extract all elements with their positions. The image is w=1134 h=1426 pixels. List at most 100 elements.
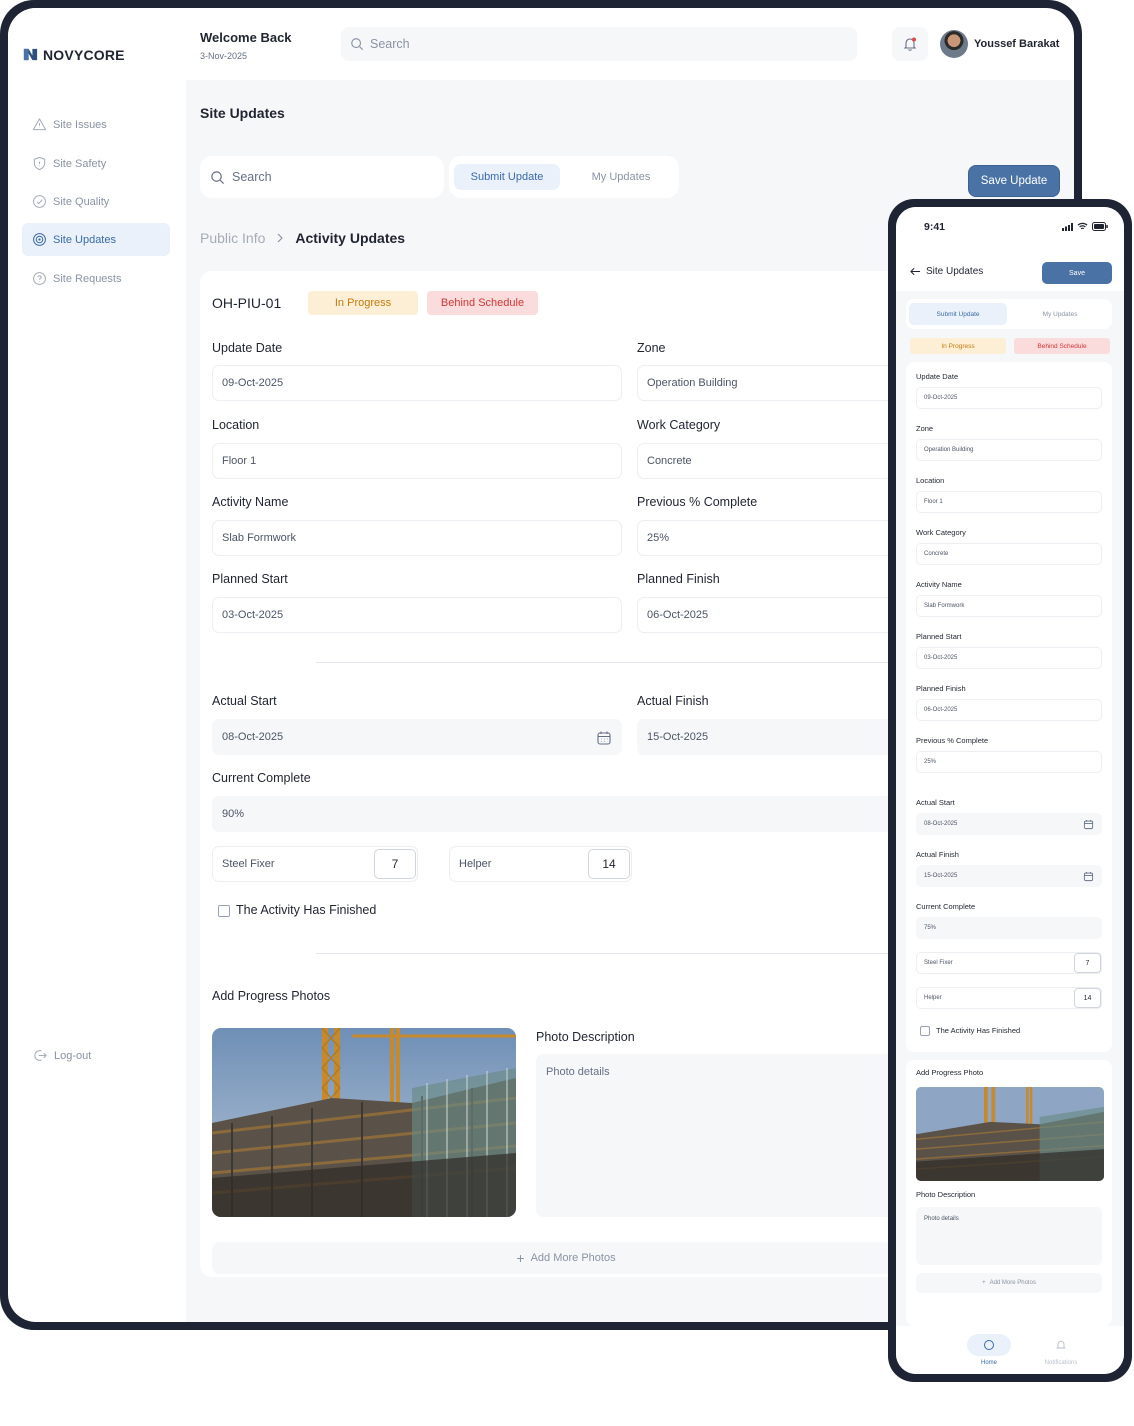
- tab-submit-update[interactable]: Submit Update: [454, 164, 560, 190]
- actual-start-value: 08-Oct-2025: [222, 731, 284, 743]
- construction-photo-image: [212, 1028, 516, 1217]
- calendar-icon[interactable]: [1083, 819, 1094, 830]
- mobile-current-complete-label: Current Complete: [916, 902, 976, 911]
- mobile-save-button[interactable]: Save: [1042, 262, 1112, 284]
- plus-icon: +: [982, 1280, 986, 1286]
- sidebar-item-site-requests[interactable]: Site Requests: [22, 262, 170, 295]
- search-icon: [211, 170, 225, 184]
- page-search-input[interactable]: Search: [200, 156, 444, 198]
- mockup-stage: NOVYCORE Site Issues Site Safety Site Qu…: [0, 0, 1134, 1426]
- photo-description-label: Photo Description: [536, 1030, 635, 1044]
- mobile-bottom-nav: Home Notifications: [896, 1326, 1124, 1374]
- global-search-input[interactable]: Search: [341, 27, 857, 61]
- mobile-nav-notifications[interactable]: Notifications: [1038, 1334, 1084, 1366]
- mobile-header: Site Updates Save: [896, 251, 1124, 291]
- mobile-nav-home[interactable]: Home: [966, 1334, 1012, 1366]
- mobile-photo-card: Add Progress Photo Photo Description Pho…: [906, 1060, 1112, 1326]
- global-search-placeholder: Search: [370, 37, 410, 51]
- mobile-status-badge-in-progress: In Progress: [910, 338, 1006, 354]
- mobile-photo-title: Add Progress Photo: [916, 1068, 984, 1077]
- mobile-update-date-field[interactable]: 09-Oct-2025: [916, 387, 1102, 409]
- mobile-photo-description-label: Photo Description: [916, 1190, 976, 1199]
- steel-fixer-count-input[interactable]: 7: [374, 849, 416, 879]
- breadcrumb: Public Info Activity Updates: [200, 230, 405, 246]
- previous-complete-field[interactable]: 25%: [637, 520, 920, 556]
- current-complete-field[interactable]: 90%: [212, 796, 920, 832]
- bell-icon-wrap: [1039, 1334, 1083, 1356]
- section-divider: [316, 953, 920, 954]
- photo-description-textarea[interactable]: Photo details: [536, 1054, 920, 1217]
- activity-finished-checkbox[interactable]: [218, 905, 230, 917]
- sidebar-item-label: Site Quality: [53, 195, 110, 208]
- calendar-icon[interactable]: [596, 730, 612, 746]
- planned-start-label: Planned Start: [212, 572, 288, 586]
- breadcrumb-public-info[interactable]: Public Info: [200, 230, 265, 246]
- logout-button[interactable]: Log-out: [33, 1048, 91, 1063]
- sidebar-item-site-safety[interactable]: Site Safety: [22, 147, 170, 180]
- logout-label: Log-out: [54, 1049, 92, 1062]
- activity-name-field[interactable]: Slab Formwork: [212, 520, 622, 556]
- mobile-activity-name-field[interactable]: Slab Formwork: [916, 595, 1102, 617]
- status-time: 9:41: [924, 221, 946, 233]
- mobile-field-label: Activity Name: [916, 580, 962, 589]
- check-circle-icon: [33, 195, 46, 208]
- mobile-field-label: Location: [916, 476, 945, 485]
- add-more-photos-button[interactable]: + Add More Photos: [212, 1242, 920, 1274]
- update-date-field[interactable]: 09-Oct-2025: [212, 365, 622, 401]
- mobile-progress-photo[interactable]: [916, 1087, 1104, 1181]
- progress-photo[interactable]: [212, 1028, 516, 1217]
- mobile-actual-start-field[interactable]: 08-Oct-2025: [916, 813, 1102, 835]
- mobile-tab-my-updates[interactable]: My Updates: [1011, 303, 1109, 325]
- location-label: Location: [212, 418, 260, 432]
- mobile-zone-field[interactable]: Operation Building: [916, 439, 1102, 461]
- avatar[interactable]: [940, 30, 968, 58]
- update-date-label: Update Date: [212, 341, 283, 355]
- mobile-steel-fixer-count[interactable]: 7: [1074, 953, 1101, 973]
- mobile-current-complete-field[interactable]: 75%: [916, 917, 1102, 939]
- mobile-photo-description-textarea[interactable]: Photo details: [916, 1207, 1102, 1265]
- mobile-planned-start-field[interactable]: 03-Oct-2025: [916, 647, 1102, 669]
- mobile-previous-complete-field[interactable]: 25%: [916, 751, 1102, 773]
- actual-finish-field[interactable]: 15-Oct-2025: [637, 719, 920, 755]
- brand-logo[interactable]: NOVYCORE: [22, 46, 125, 63]
- sidebar-item-label: Site Safety: [53, 157, 107, 170]
- current-complete-label: Current Complete: [212, 771, 311, 785]
- mobile-back-title[interactable]: Site Updates: [910, 266, 983, 277]
- mobile-field-label: Update Date: [916, 372, 959, 381]
- sidebar-item-site-quality[interactable]: Site Quality: [22, 185, 170, 218]
- planned-finish-field[interactable]: 06-Oct-2025: [637, 597, 920, 633]
- mobile-helper-label: Helper: [924, 995, 942, 1001]
- mobile-tab-submit-update[interactable]: Submit Update: [909, 303, 1007, 325]
- mobile-helper-count[interactable]: 14: [1074, 988, 1101, 1008]
- work-category-field[interactable]: Concrete: [637, 443, 920, 479]
- mobile-planned-finish-field[interactable]: 06-Oct-2025: [916, 699, 1102, 721]
- mobile-activity-finished-checkbox[interactable]: [920, 1026, 930, 1036]
- mobile-field-label: Planned Start: [916, 632, 962, 641]
- calendar-icon[interactable]: [1083, 871, 1094, 882]
- actual-start-label: Actual Start: [212, 694, 277, 708]
- planned-start-field[interactable]: 03-Oct-2025: [212, 597, 622, 633]
- breadcrumb-activity-updates: Activity Updates: [295, 230, 406, 246]
- section-divider: [316, 662, 920, 663]
- mobile-tab-group: Submit Update My Updates: [906, 299, 1112, 329]
- notifications-button[interactable]: [892, 27, 928, 61]
- helper-count-input[interactable]: 14: [588, 849, 630, 879]
- mobile-status-badge-behind-schedule: Behind Schedule: [1014, 338, 1110, 354]
- home-icon-pill: [967, 1334, 1011, 1356]
- home-icon: [984, 1340, 994, 1350]
- search-icon: [351, 38, 364, 51]
- add-more-photos-label: Add More Photos: [530, 1252, 616, 1264]
- save-update-button[interactable]: Save Update: [968, 165, 1060, 197]
- sidebar-item-site-updates[interactable]: Site Updates: [22, 223, 170, 256]
- user-name[interactable]: Youssef Barakat: [974, 38, 1059, 50]
- sidebar: NOVYCORE Site Issues Site Safety Site Qu…: [8, 8, 186, 1108]
- location-field[interactable]: Floor 1: [212, 443, 622, 479]
- sidebar-item-site-issues[interactable]: Site Issues: [22, 108, 170, 141]
- tab-my-updates[interactable]: My Updates: [568, 164, 674, 190]
- zone-field[interactable]: Operation Building: [637, 365, 920, 401]
- mobile-work-category-field[interactable]: Concrete: [916, 543, 1102, 565]
- mobile-actual-finish-field[interactable]: 15-Oct-2025: [916, 865, 1102, 887]
- mobile-location-field[interactable]: Floor 1: [916, 491, 1102, 513]
- actual-start-field[interactable]: 08-Oct-2025: [212, 719, 622, 755]
- mobile-add-more-photos-button[interactable]: + Add More Photos: [916, 1273, 1102, 1293]
